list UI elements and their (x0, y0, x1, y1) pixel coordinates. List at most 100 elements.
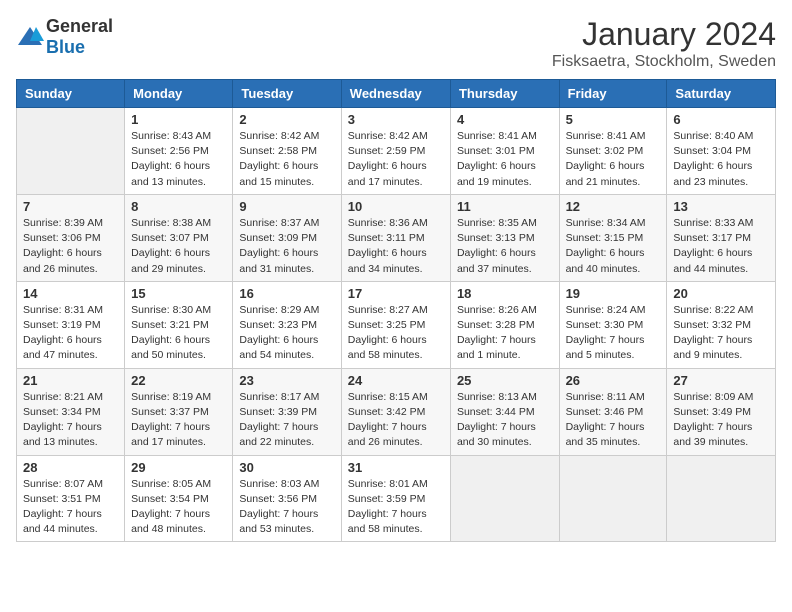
week-row-3: 14 Sunrise: 8:31 AMSunset: 3:19 PMDayligh… (17, 281, 776, 368)
day-number: 7 (23, 199, 118, 214)
day-info: Sunrise: 8:17 AMSunset: 3:39 PMDaylight:… (239, 390, 334, 451)
day-number: 30 (239, 460, 334, 475)
day-info: Sunrise: 8:27 AMSunset: 3:25 PMDaylight:… (348, 303, 444, 364)
day-cell: 8 Sunrise: 8:38 AMSunset: 3:07 PMDaylight… (125, 194, 233, 281)
day-number: 12 (566, 199, 661, 214)
header: General Blue January 2024 Fisksaetra, St… (16, 16, 776, 71)
day-cell: 28 Sunrise: 8:07 AMSunset: 3:51 PMDayligh… (17, 455, 125, 542)
day-number: 10 (348, 199, 444, 214)
title-area: January 2024 Fisksaetra, Stockholm, Swed… (552, 16, 776, 71)
day-number: 13 (673, 199, 769, 214)
day-number: 27 (673, 373, 769, 388)
day-number: 1 (131, 112, 226, 127)
col-header-tuesday: Tuesday (233, 80, 341, 108)
day-number: 29 (131, 460, 226, 475)
day-cell: 25 Sunrise: 8:13 AMSunset: 3:44 PMDayligh… (450, 368, 559, 455)
day-number: 2 (239, 112, 334, 127)
day-number: 6 (673, 112, 769, 127)
day-info: Sunrise: 8:13 AMSunset: 3:44 PMDaylight:… (457, 390, 553, 451)
day-cell: 12 Sunrise: 8:34 AMSunset: 3:15 PMDayligh… (559, 194, 667, 281)
day-cell: 20Sunrise: 8:22 AMSunset: 3:32 PMDayligh… (667, 281, 776, 368)
day-info: Sunrise: 8:11 AMSunset: 3:46 PMDaylight:… (566, 390, 661, 451)
day-info: Sunrise: 8:09 AMSunset: 3:49 PMDaylight:… (673, 390, 769, 451)
day-info: Sunrise: 8:42 AMSunset: 2:59 PMDaylight:… (348, 129, 444, 190)
logo-blue: Blue (46, 37, 85, 57)
day-info: Sunrise: 8:24 AMSunset: 3:30 PMDaylight:… (566, 303, 661, 364)
day-info: Sunrise: 8:22 AMSunset: 3:32 PMDaylight:… (673, 303, 769, 364)
day-info: Sunrise: 8:38 AMSunset: 3:07 PMDaylight:… (131, 216, 226, 277)
day-info: Sunrise: 8:30 AMSunset: 3:21 PMDaylight:… (131, 303, 226, 364)
day-info: Sunrise: 8:15 AMSunset: 3:42 PMDaylight:… (348, 390, 444, 451)
day-cell: 26 Sunrise: 8:11 AMSunset: 3:46 PMDayligh… (559, 368, 667, 455)
day-info: Sunrise: 8:43 AMSunset: 2:56 PMDaylight:… (131, 129, 226, 190)
day-cell: 13Sunrise: 8:33 AMSunset: 3:17 PMDayligh… (667, 194, 776, 281)
day-cell: 5Sunrise: 8:41 AMSunset: 3:02 PMDaylight… (559, 108, 667, 195)
day-cell: 1 Sunrise: 8:43 AMSunset: 2:56 PMDaylight… (125, 108, 233, 195)
day-number: 25 (457, 373, 553, 388)
location-title: Fisksaetra, Stockholm, Sweden (552, 53, 776, 71)
day-number: 19 (566, 286, 661, 301)
header-row: SundayMondayTuesdayWednesdayThursdayFrid… (17, 80, 776, 108)
day-info: Sunrise: 8:31 AMSunset: 3:19 PMDaylight:… (23, 303, 118, 364)
day-info: Sunrise: 8:29 AMSunset: 3:23 PMDaylight:… (239, 303, 334, 364)
week-row-4: 21Sunrise: 8:21 AMSunset: 3:34 PMDayligh… (17, 368, 776, 455)
day-cell: 4Sunrise: 8:41 AMSunset: 3:01 PMDaylight… (450, 108, 559, 195)
day-number: 16 (239, 286, 334, 301)
day-cell: 9 Sunrise: 8:37 AMSunset: 3:09 PMDaylight… (233, 194, 341, 281)
week-row-2: 7 Sunrise: 8:39 AMSunset: 3:06 PMDaylight… (17, 194, 776, 281)
day-cell: 18Sunrise: 8:26 AMSunset: 3:28 PMDayligh… (450, 281, 559, 368)
day-info: Sunrise: 8:42 AMSunset: 2:58 PMDaylight:… (239, 129, 334, 190)
day-cell: 7 Sunrise: 8:39 AMSunset: 3:06 PMDaylight… (17, 194, 125, 281)
day-info: Sunrise: 8:36 AMSunset: 3:11 PMDaylight:… (348, 216, 444, 277)
day-number: 22 (131, 373, 226, 388)
logo: General Blue (16, 16, 113, 58)
day-number: 26 (566, 373, 661, 388)
day-number: 23 (239, 373, 334, 388)
calendar-table: SundayMondayTuesdayWednesdayThursdayFrid… (16, 79, 776, 542)
day-cell: 21Sunrise: 8:21 AMSunset: 3:34 PMDayligh… (17, 368, 125, 455)
day-cell: 31Sunrise: 8:01 AMSunset: 3:59 PMDayligh… (341, 455, 450, 542)
day-number: 15 (131, 286, 226, 301)
day-info: Sunrise: 8:07 AMSunset: 3:51 PMDaylight:… (23, 477, 118, 538)
col-header-wednesday: Wednesday (341, 80, 450, 108)
day-info: Sunrise: 8:40 AMSunset: 3:04 PMDaylight:… (673, 129, 769, 190)
day-info: Sunrise: 8:34 AMSunset: 3:15 PMDaylight:… (566, 216, 661, 277)
day-cell (17, 108, 125, 195)
day-cell: 29 Sunrise: 8:05 AMSunset: 3:54 PMDayligh… (125, 455, 233, 542)
logo-icon (16, 23, 44, 51)
col-header-monday: Monday (125, 80, 233, 108)
day-number: 8 (131, 199, 226, 214)
col-header-saturday: Saturday (667, 80, 776, 108)
day-cell: 22 Sunrise: 8:19 AMSunset: 3:37 PMDayligh… (125, 368, 233, 455)
day-cell: 6 Sunrise: 8:40 AMSunset: 3:04 PMDaylight… (667, 108, 776, 195)
day-info: Sunrise: 8:19 AMSunset: 3:37 PMDaylight:… (131, 390, 226, 451)
day-info: Sunrise: 8:39 AMSunset: 3:06 PMDaylight:… (23, 216, 118, 277)
day-number: 24 (348, 373, 444, 388)
day-number: 17 (348, 286, 444, 301)
day-cell: 17 Sunrise: 8:27 AMSunset: 3:25 PMDayligh… (341, 281, 450, 368)
day-cell: 2 Sunrise: 8:42 AMSunset: 2:58 PMDaylight… (233, 108, 341, 195)
day-info: Sunrise: 8:41 AMSunset: 3:01 PMDaylight:… (457, 129, 553, 190)
day-info: Sunrise: 8:41 AMSunset: 3:02 PMDaylight:… (566, 129, 661, 190)
day-cell: 11Sunrise: 8:35 AMSunset: 3:13 PMDayligh… (450, 194, 559, 281)
day-cell: 27 Sunrise: 8:09 AMSunset: 3:49 PMDayligh… (667, 368, 776, 455)
day-number: 3 (348, 112, 444, 127)
day-cell (559, 455, 667, 542)
col-header-thursday: Thursday (450, 80, 559, 108)
day-number: 28 (23, 460, 118, 475)
day-info: Sunrise: 8:37 AMSunset: 3:09 PMDaylight:… (239, 216, 334, 277)
logo-general: General (46, 16, 113, 36)
day-info: Sunrise: 8:01 AMSunset: 3:59 PMDaylight:… (348, 477, 444, 538)
week-row-1: 1 Sunrise: 8:43 AMSunset: 2:56 PMDaylight… (17, 108, 776, 195)
day-cell: 3 Sunrise: 8:42 AMSunset: 2:59 PMDaylight… (341, 108, 450, 195)
day-cell: 14 Sunrise: 8:31 AMSunset: 3:19 PMDayligh… (17, 281, 125, 368)
day-number: 14 (23, 286, 118, 301)
day-info: Sunrise: 8:05 AMSunset: 3:54 PMDaylight:… (131, 477, 226, 538)
day-cell: 23 Sunrise: 8:17 AMSunset: 3:39 PMDayligh… (233, 368, 341, 455)
day-number: 9 (239, 199, 334, 214)
day-number: 21 (23, 373, 118, 388)
day-cell: 10 Sunrise: 8:36 AMSunset: 3:11 PMDayligh… (341, 194, 450, 281)
day-cell (667, 455, 776, 542)
day-cell: 30Sunrise: 8:03 AMSunset: 3:56 PMDayligh… (233, 455, 341, 542)
day-cell: 19 Sunrise: 8:24 AMSunset: 3:30 PMDayligh… (559, 281, 667, 368)
